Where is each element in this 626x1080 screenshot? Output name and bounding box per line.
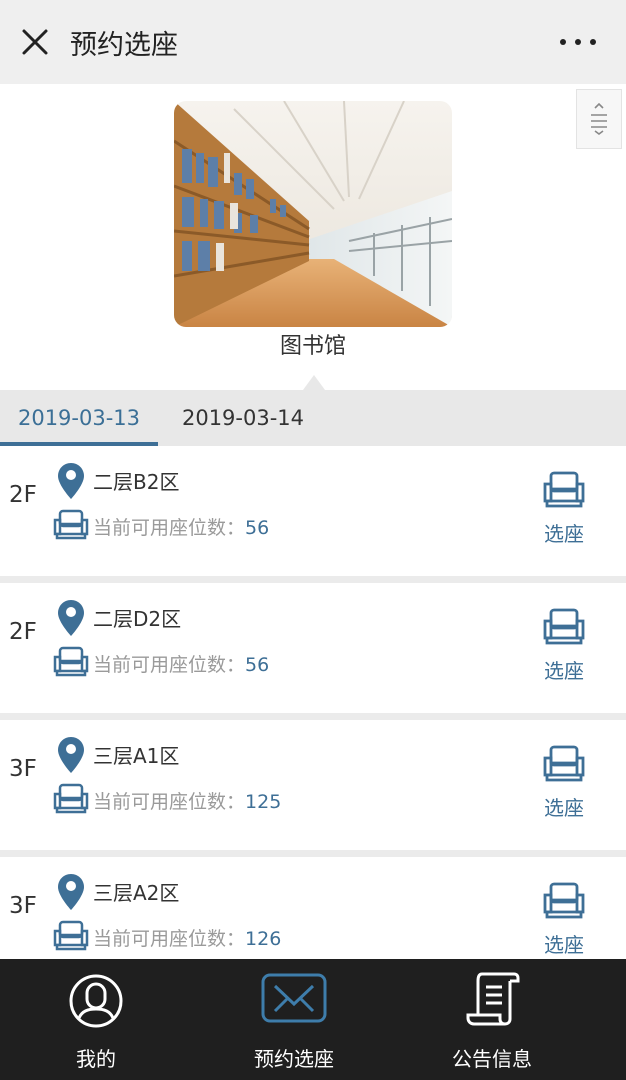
seat-icon: [53, 646, 89, 677]
more-dot: [575, 39, 581, 45]
nav-item-mine[interactable]: 我的: [40, 959, 152, 1080]
area-name: 二层D2区: [93, 607, 182, 631]
tab-date-1[interactable]: 2019-03-13: [0, 390, 158, 446]
sort-button[interactable]: [576, 89, 622, 149]
available-count: 56: [245, 654, 270, 676]
nav-label-notices: 公告信息: [452, 1047, 532, 1071]
list-item: 2F 二层B2区 当前可用座位数：56 选座: [0, 446, 626, 576]
nav-label-mine: 我的: [76, 1047, 116, 1071]
floor-label: 3F: [9, 756, 37, 782]
seat-icon: [53, 509, 89, 540]
nav-label-reserve-seat: 预约选座: [254, 1047, 334, 1071]
list-item: 2F 二层D2区 当前可用座位数：56 选座: [0, 583, 626, 713]
seat-icon: [543, 471, 585, 508]
tab-date-2[interactable]: 2019-03-14: [158, 390, 328, 446]
select-seat-label: 选座: [544, 522, 584, 546]
location-pin-icon: [58, 874, 84, 910]
floor-label: 2F: [9, 619, 37, 645]
nav-item-reserve-seat[interactable]: 预约选座: [236, 959, 352, 1080]
header-bar: 预约选座: [0, 0, 626, 84]
select-seat-button[interactable]: 选座: [536, 881, 592, 969]
select-seat-label: 选座: [544, 659, 584, 683]
floor-label: 3F: [9, 893, 37, 919]
select-seat-label: 选座: [544, 933, 584, 957]
available-label: 当前可用座位数：: [93, 654, 246, 676]
floor-label: 2F: [9, 482, 37, 508]
date-tabs: 2019-03-13 2019-03-14: [0, 390, 626, 446]
notice-scroll-icon: [466, 972, 520, 1026]
library-banner: 图书馆: [0, 84, 626, 390]
area-name: 二层B2区: [93, 470, 180, 494]
available-seats: 当前可用座位数：56: [93, 650, 269, 677]
seat-icon: [543, 882, 585, 919]
close-button[interactable]: [0, 0, 70, 84]
envelope-icon: [261, 973, 327, 1023]
library-image[interactable]: [174, 101, 452, 327]
select-seat-label: 选座: [544, 796, 584, 820]
list-item: 3F 三层A1区 当前可用座位数：125 选座: [0, 720, 626, 850]
select-seat-button[interactable]: 选座: [536, 744, 592, 832]
seat-icon: [53, 783, 89, 814]
bottom-nav: 我的 预约选座 公告信息: [0, 959, 626, 1080]
seat-icon: [543, 745, 585, 782]
area-name: 三层A2区: [93, 881, 180, 905]
seat-icon: [543, 608, 585, 645]
location-pin-icon: [58, 600, 84, 636]
available-count: 56: [245, 517, 270, 539]
area-name: 三层A1区: [93, 744, 180, 768]
nav-item-notices[interactable]: 公告信息: [436, 959, 548, 1080]
library-name: 图书馆: [279, 334, 346, 359]
page-title: 预约选座: [70, 29, 178, 61]
user-icon: [69, 974, 123, 1028]
more-options-button[interactable]: [560, 28, 596, 56]
more-dot: [590, 39, 596, 45]
sort-icon: [591, 103, 607, 135]
available-count: 126: [245, 928, 282, 950]
seat-icon: [53, 920, 89, 951]
available-label: 当前可用座位数：: [93, 791, 246, 813]
available-label: 当前可用座位数：: [93, 928, 246, 950]
available-count: 125: [245, 791, 282, 813]
location-pin-icon: [58, 463, 84, 499]
close-icon: [22, 29, 48, 55]
available-seats: 当前可用座位数：125: [93, 787, 281, 814]
available-label: 当前可用座位数：: [93, 517, 246, 539]
location-pin-icon: [58, 737, 84, 773]
select-seat-button[interactable]: 选座: [536, 470, 592, 558]
select-seat-button[interactable]: 选座: [536, 607, 592, 695]
more-dots-icon: [560, 39, 566, 45]
tab-pointer: [303, 375, 325, 390]
available-seats: 当前可用座位数：126: [93, 924, 281, 951]
available-seats: 当前可用座位数：56: [93, 513, 269, 540]
